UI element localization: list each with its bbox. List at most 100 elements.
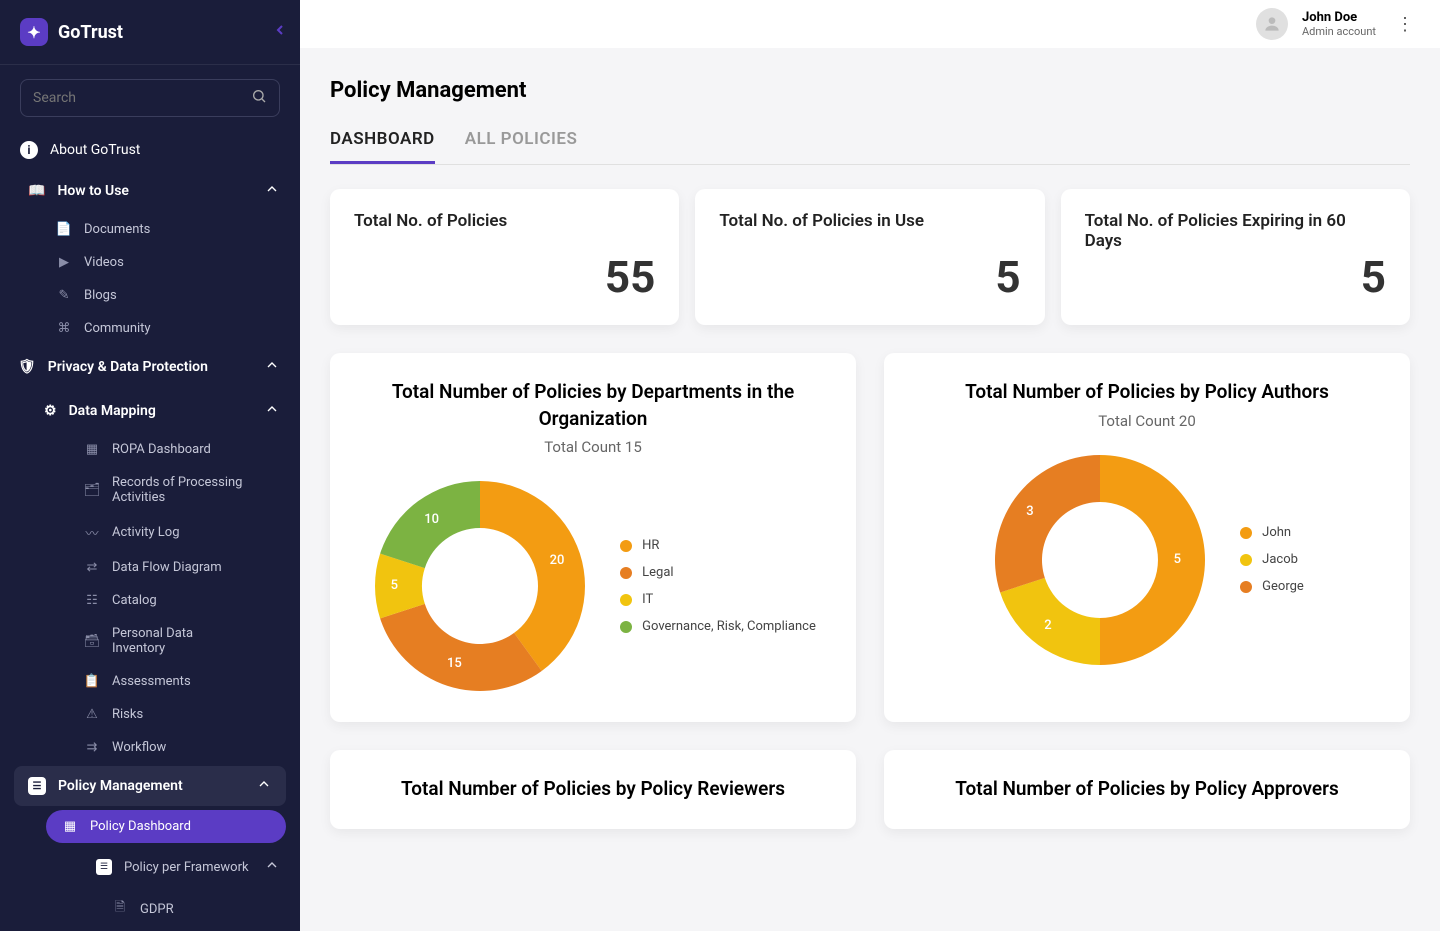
chart-body: 523 John Jacob George — [910, 450, 1384, 670]
chart-body: 2015510 HRLegalITGovernance, Risk, Compl… — [356, 476, 830, 696]
legend-dot — [620, 621, 632, 633]
inventory-icon: 🗃 — [84, 634, 100, 649]
nav-privacy-label: Privacy & Data Protection — [48, 359, 208, 375]
nav-item-blogs[interactable]: ✎Blogs — [0, 279, 300, 312]
nav-item-inventory[interactable]: 🗃Personal Data Inventory — [0, 617, 300, 665]
content: Policy Management DASHBOARD ALL POLICIES… — [300, 48, 1440, 931]
search-icon — [251, 88, 267, 108]
legend-label: IT — [642, 592, 653, 607]
workflow-icon: ⇉ — [84, 740, 100, 755]
chart-legend: HR Legal IT Governance, Risk, Compliance — [620, 538, 816, 634]
risk-icon: ⚠ — [84, 707, 100, 722]
nav-policy-framework[interactable]: ☰ Policy per Framework — [0, 845, 300, 889]
shield-icon: 🛡 — [18, 359, 36, 375]
legend-dot — [620, 594, 632, 606]
chart-approvers: Total Number of Policies by Policy Appro… — [884, 750, 1410, 829]
nav-data-mapping[interactable]: ⚙ Data Mapping — [0, 389, 300, 433]
book-icon: 📖 — [28, 183, 45, 199]
nav-item-assessments[interactable]: 📋Assessments — [0, 665, 300, 698]
search-box[interactable] — [20, 79, 280, 117]
legend-label: George — [1262, 579, 1304, 594]
stat-label: Total No. of Policies in Use — [719, 211, 1020, 231]
stat-value: 5 — [1361, 251, 1386, 303]
legend-dot — [620, 540, 632, 552]
nav-about[interactable]: i About GoTrust — [0, 131, 300, 169]
legend-item: John — [1240, 525, 1304, 540]
donut-value-label: 5 — [1174, 552, 1181, 567]
video-icon: ▶ — [56, 255, 72, 270]
nav-item-risks[interactable]: ⚠Risks — [0, 698, 300, 731]
donut-value-label: 10 — [424, 512, 439, 527]
chart-subtitle: Total Count 15 — [356, 438, 830, 456]
stats-row: Total No. of Policies 55 Total No. of Po… — [330, 189, 1410, 325]
nav-item-dataflow[interactable]: ⇄Data Flow Diagram — [0, 551, 300, 584]
legend-item: Governance, Risk, Compliance — [620, 619, 816, 634]
mapping-icon: ⚙ — [44, 403, 57, 419]
brand: ✦ GoTrust — [0, 0, 300, 64]
nav-item-workflow[interactable]: ⇉Workflow — [0, 731, 300, 764]
kebab-menu[interactable]: ⋮ — [1390, 8, 1420, 41]
page-title: Policy Management — [330, 78, 1410, 103]
collapse-sidebar-button[interactable] — [272, 22, 288, 43]
records-icon: 🗂 — [84, 483, 100, 498]
donut-value-label: 15 — [447, 656, 462, 671]
stat-card-expiring: Total No. of Policies Expiring in 60 Day… — [1061, 189, 1410, 325]
blog-icon: ✎ — [56, 288, 72, 303]
activity-icon: 〰 — [84, 523, 100, 542]
policy-icon: ☰ — [28, 777, 46, 795]
nav-item-community[interactable]: ⌘Community — [0, 312, 300, 345]
tab-dashboard[interactable]: DASHBOARD — [330, 129, 435, 164]
chevron-up-icon — [256, 776, 272, 796]
dashboard-icon: ▦ — [84, 442, 100, 457]
brand-title: GoTrust — [58, 22, 123, 43]
chart-departments: Total Number of Policies by Departments … — [330, 353, 856, 722]
topbar: John Doe Admin account ⋮ — [300, 0, 1440, 48]
nav-item-ropa[interactable]: ▦ROPA Dashboard — [0, 433, 300, 466]
user-name: John Doe — [1302, 10, 1376, 25]
nav-how-to-use-label: How to Use — [57, 183, 129, 199]
legend-dot — [1240, 581, 1252, 593]
legend-label: Jacob — [1262, 552, 1298, 567]
document-icon: 📄 — [56, 222, 72, 237]
community-icon: ⌘ — [56, 321, 72, 336]
charts-row-2: Total Number of Policies by Policy Revie… — [330, 750, 1410, 829]
stat-card-in-use: Total No. of Policies in Use 5 — [695, 189, 1044, 325]
legend-item: IT — [620, 592, 816, 607]
nav-policy-mgmt[interactable]: ☰ Policy Management — [14, 766, 286, 806]
nav-item-records[interactable]: 🗂Records of Processing Activities — [0, 466, 300, 514]
dashboard-icon: ▦ — [62, 819, 78, 834]
legend-label: HR — [642, 538, 659, 553]
nav-item-catalog[interactable]: ☷Catalog — [0, 584, 300, 617]
nav-item-videos[interactable]: ▶Videos — [0, 246, 300, 279]
user-role: Admin account — [1302, 25, 1376, 38]
legend-item: Legal — [620, 565, 816, 580]
chart-title: Total Number of Policies by Policy Autho… — [910, 379, 1384, 406]
main: John Doe Admin account ⋮ Policy Manageme… — [300, 0, 1440, 931]
chart-title: Total Number of Policies by Departments … — [356, 379, 830, 432]
nav-item-policy-dashboard[interactable]: ▦Policy Dashboard — [46, 810, 286, 843]
stat-card-total: Total No. of Policies 55 — [330, 189, 679, 325]
search-input[interactable] — [33, 90, 251, 106]
nav-policy-mgmt-label: Policy Management — [58, 778, 183, 794]
chart-title: Total Number of Policies by Policy Revie… — [356, 776, 830, 803]
donut-value-label: 20 — [550, 553, 565, 568]
nav-item-documents[interactable]: 📄Documents — [0, 213, 300, 246]
clipboard-icon: 📋 — [84, 674, 100, 689]
flow-icon: ⇄ — [84, 560, 100, 575]
nav-item-gdpr[interactable]: 🗎GDPR — [0, 889, 300, 929]
donut-value-label: 3 — [1026, 504, 1033, 519]
chart-reviewers: Total Number of Policies by Policy Revie… — [330, 750, 856, 829]
donut-chart: 523 — [990, 450, 1210, 670]
chevron-up-icon — [264, 401, 280, 421]
chevron-up-icon — [264, 357, 280, 377]
nav-item-activity-log[interactable]: 〰Activity Log — [0, 514, 300, 551]
chart-legend: John Jacob George — [1240, 525, 1304, 594]
nav-how-to-use[interactable]: 📖 How to Use — [0, 169, 300, 213]
legend-label: John — [1262, 525, 1291, 540]
info-icon: i — [20, 141, 38, 159]
avatar[interactable] — [1256, 8, 1288, 40]
legend-item: George — [1240, 579, 1304, 594]
tab-all-policies[interactable]: ALL POLICIES — [465, 129, 578, 164]
nav-privacy-section[interactable]: 🛡 Privacy & Data Protection — [0, 345, 300, 389]
donut-chart: 2015510 — [370, 476, 590, 696]
